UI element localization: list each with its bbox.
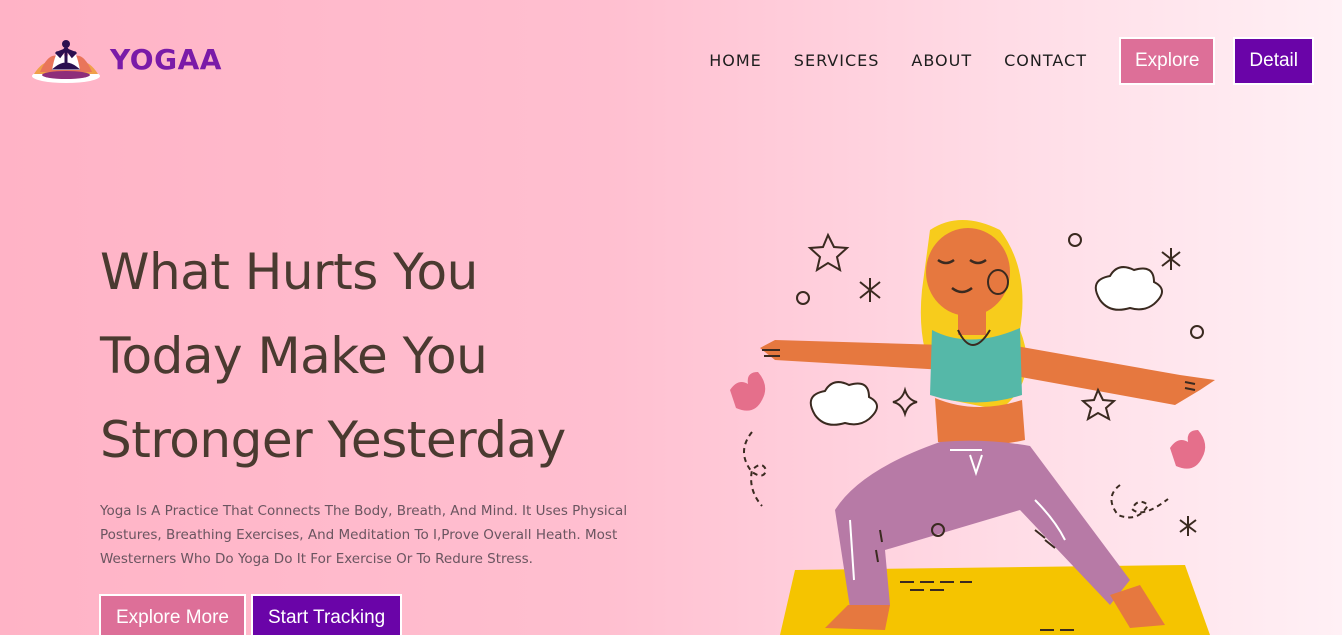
detail-button[interactable]: Detail	[1233, 37, 1314, 85]
hero-description-line: Postures, Breathing Exercises, And Medit…	[100, 527, 618, 543]
hero-title-line: Today Make You	[100, 327, 488, 385]
brand-name: YOGAA	[110, 42, 222, 76]
explore-button[interactable]: Explore	[1119, 37, 1216, 85]
hero-description-line: Yoga Is A Practice That Connects The Bod…	[100, 503, 628, 519]
hero-title: What Hurts You Today Make You Stronger Y…	[100, 230, 660, 482]
start-tracking-button[interactable]: Start Tracking	[251, 594, 403, 635]
brand-logo[interactable]: YOGAA	[30, 34, 222, 84]
main-nav: HOME SERVICES ABOUT CONTACT Explore Deta…	[709, 37, 1314, 85]
hero-title-line: Stronger Yesterday	[100, 411, 566, 469]
hero-actions: Explore More Start Tracking	[99, 594, 403, 635]
nav-home[interactable]: HOME	[709, 40, 762, 82]
nav-about[interactable]: ABOUT	[911, 40, 972, 82]
yoga-warrior-pose-illustration	[730, 220, 1215, 635]
hero-title-line: What Hurts You	[100, 243, 478, 301]
nav-services[interactable]: SERVICES	[794, 40, 880, 82]
hero-description-line: Westerners Who Do Yoga Do It For Exercis…	[100, 551, 533, 567]
nav-contact[interactable]: CONTACT	[1004, 40, 1087, 82]
hero-description: Yoga Is A Practice That Connects The Bod…	[100, 499, 640, 571]
explore-more-button[interactable]: Explore More	[99, 594, 246, 635]
meditation-lotus-icon	[32, 40, 100, 83]
